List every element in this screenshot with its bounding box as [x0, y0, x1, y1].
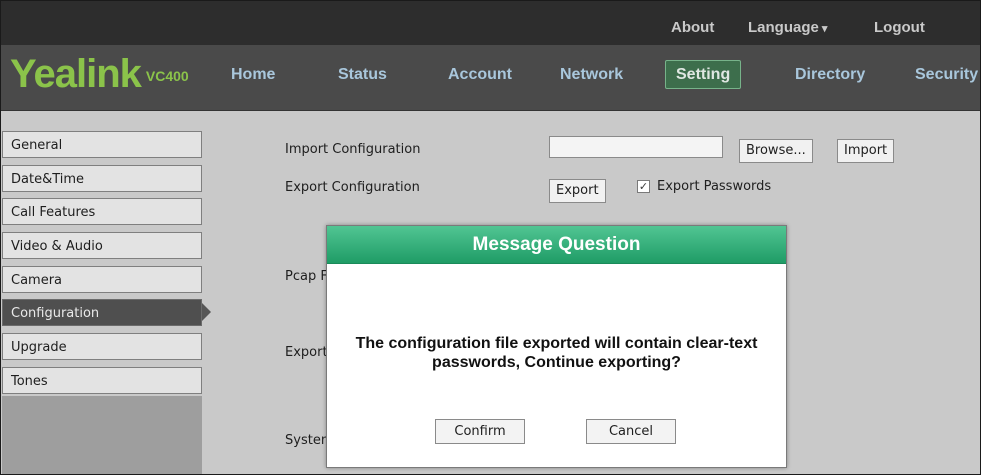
export-button[interactable]: Export [549, 179, 606, 203]
language-menu[interactable]: Language ▾ [748, 19, 827, 36]
language-label: Language [748, 19, 819, 36]
export-passwords-label: Export Passwords [657, 179, 772, 194]
import-configuration-label: Import Configuration [285, 142, 421, 157]
system-log-label: Systen [285, 433, 330, 448]
confirm-button[interactable]: Confirm [435, 419, 525, 444]
pcap-feature-label: Pcap F [285, 269, 328, 284]
sidebar-item-tones[interactable]: Tones [2, 367, 202, 394]
dialog-message-line-1: The configuration file exported will con… [355, 335, 758, 352]
nav-directory[interactable]: Directory [795, 66, 865, 84]
logout-link[interactable]: Logout [874, 19, 925, 36]
sidebar-item-call-features[interactable]: Call Features [2, 198, 202, 225]
sidebar-item-date-time[interactable]: Date&Time [2, 165, 202, 192]
export-configuration-label: Export Configuration [285, 180, 420, 195]
nav-setting[interactable]: Setting [665, 60, 742, 89]
dialog-title: Message Question [327, 226, 786, 264]
dialog-message-line-2: passwords, Continue exporting? [432, 354, 681, 371]
cancel-button[interactable]: Cancel [586, 419, 676, 444]
dialog-message: The configuration file exported will con… [327, 334, 786, 372]
top-bar: About Language ▾ Logout [1, 1, 980, 45]
logo-model: VC400 [145, 68, 189, 85]
logo-brand: Yealink [10, 52, 142, 96]
sidebar-item-configuration[interactable]: Configuration [2, 299, 202, 326]
nav-home[interactable]: Home [231, 66, 275, 84]
header: Yealink VC400 Home Status Account Network… [1, 45, 980, 111]
import-file-field[interactable] [549, 136, 723, 158]
sidebar-filler [2, 396, 202, 474]
yealink-logo: Yealink VC400 [10, 52, 189, 97]
sidebar-item-upgrade[interactable]: Upgrade [2, 333, 202, 360]
nav-account[interactable]: Account [448, 66, 512, 84]
about-link[interactable]: About [671, 19, 714, 36]
export-passwords-checkbox[interactable]: ✓ [637, 180, 650, 193]
import-button[interactable]: Import [837, 139, 895, 163]
message-question-dialog: Message Question The configuration file … [326, 225, 787, 468]
sidebar-item-general[interactable]: General [2, 131, 202, 158]
sidebar-item-camera[interactable]: Camera [2, 266, 202, 293]
browser-frame: About Language ▾ Logout Yealink VC400 Home… [0, 0, 981, 475]
nav-network[interactable]: Network [560, 66, 623, 84]
nav-security[interactable]: Security [915, 66, 978, 84]
chevron-down-icon: ▾ [821, 23, 828, 35]
check-icon: ✓ [638, 180, 649, 193]
active-pointer-arrow [202, 303, 211, 321]
nav-status[interactable]: Status [338, 66, 387, 84]
export-system-log-label: Export [285, 345, 328, 360]
browse-button[interactable]: Browse... [739, 139, 813, 163]
sidebar-item-video-audio[interactable]: Video & Audio [2, 232, 202, 259]
